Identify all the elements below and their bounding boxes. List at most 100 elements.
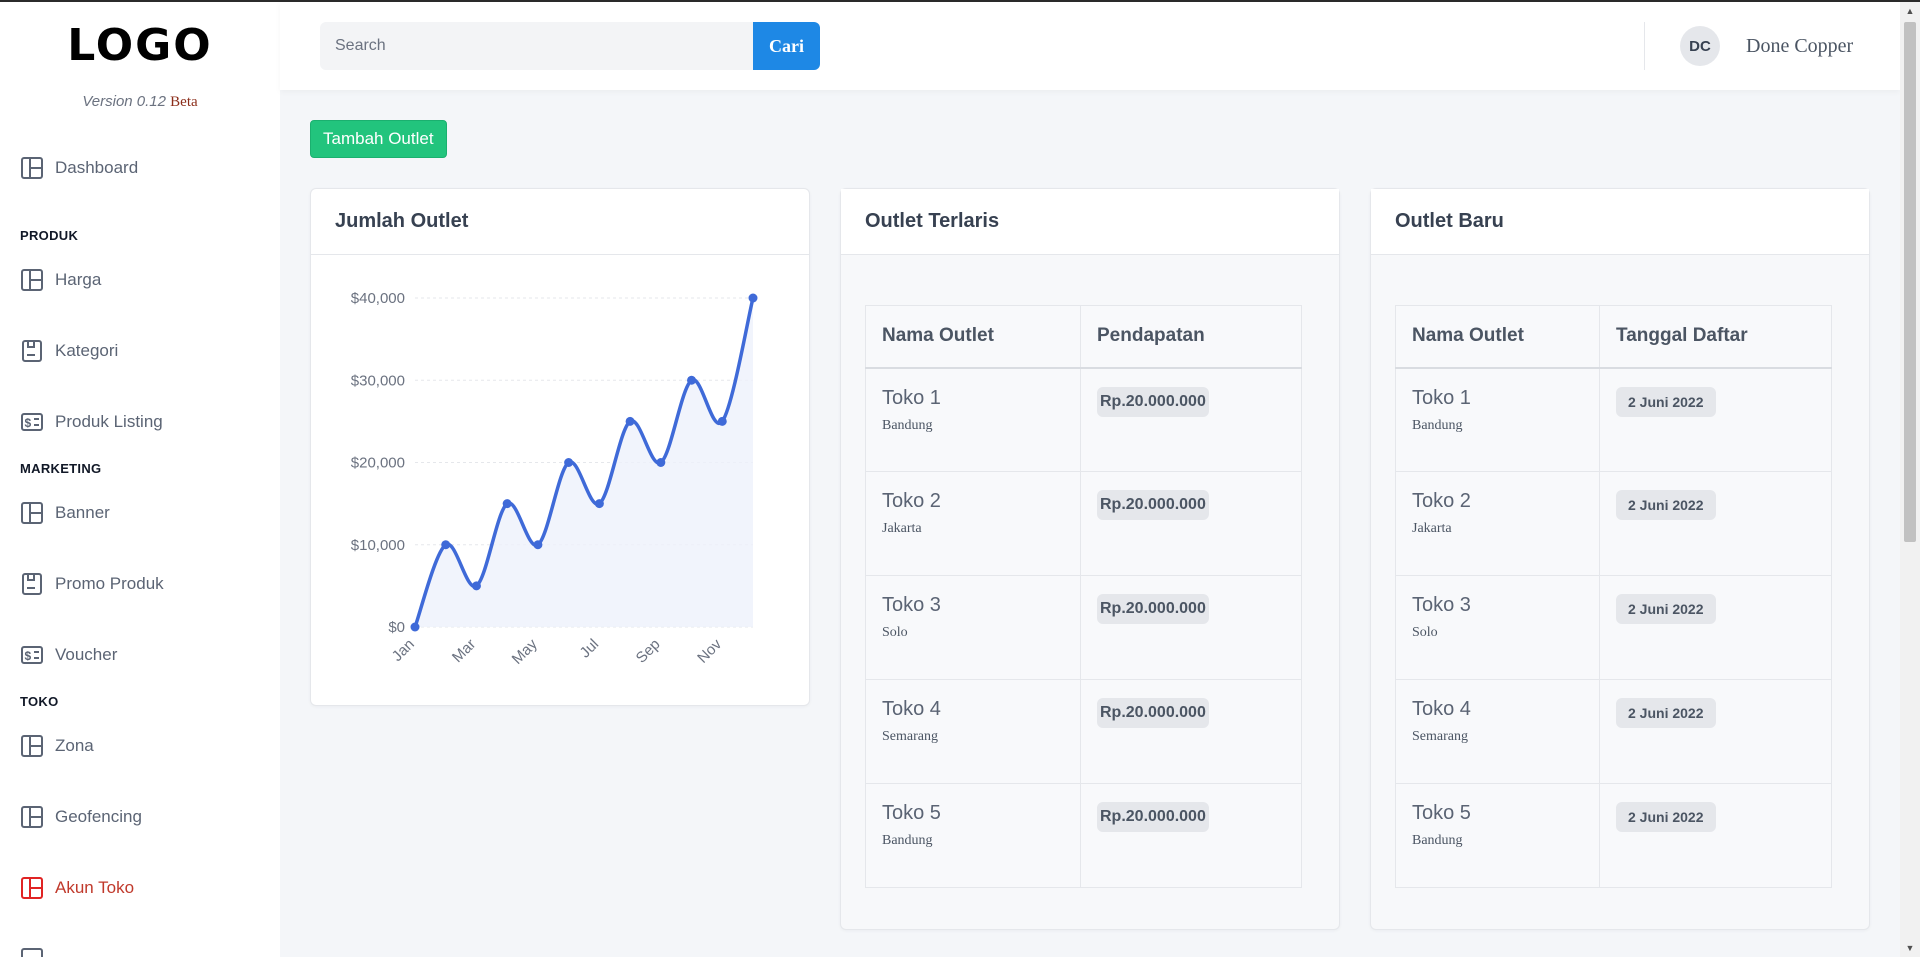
- x-tick-label: Nov: [694, 635, 725, 666]
- layout-icon: [21, 502, 43, 524]
- column-header: Nama Outlet: [865, 305, 1081, 369]
- layout-icon: [21, 948, 43, 957]
- data-point[interactable]: [656, 458, 666, 467]
- sidebar-item-harga[interactable]: Harga: [20, 263, 101, 297]
- x-tick-label: Jul: [577, 636, 603, 662]
- sidebar-item-label: Kategori: [55, 341, 119, 360]
- outlet-name: Toko 2: [882, 490, 941, 512]
- value-badge: 2 Juni 2022: [1616, 386, 1716, 417]
- table-row[interactable]: Toko 5 Bandung 2 Juni 2022: [1395, 783, 1832, 888]
- sidebar-item-label: Promo Produk: [55, 574, 164, 593]
- new-outlets-card: Outlet Baru Nama Outlet Tanggal Daftar T…: [1370, 188, 1870, 930]
- layout-icon: [21, 269, 43, 291]
- x-tick-label: Jan: [389, 636, 418, 665]
- outlet-city: Jakarta: [1412, 521, 1452, 536]
- notebook-icon: [22, 573, 42, 595]
- value-cell: Rp.20.000.000: [1080, 471, 1302, 576]
- x-tick-label: May: [509, 635, 541, 667]
- value-cell: 2 Juni 2022: [1599, 471, 1832, 576]
- table-row[interactable]: Toko 2 Jakarta 2 Juni 2022: [1395, 471, 1832, 576]
- data-point[interactable]: [564, 458, 574, 467]
- name-cell: Toko 2 Jakarta: [1395, 471, 1600, 576]
- scroll-down-arrow-icon[interactable]: ▼: [1900, 939, 1920, 957]
- outlet-city: Bandung: [1412, 417, 1463, 433]
- sidebar-item-akun-toko[interactable]: Akun Toko: [20, 871, 134, 905]
- column-header: Nama Outlet: [1395, 305, 1600, 369]
- section-produk: PRODUK: [20, 228, 79, 243]
- data-point[interactable]: [533, 540, 543, 550]
- value-badge: 2 Juni 2022: [1616, 698, 1716, 728]
- data-point[interactable]: [594, 499, 604, 509]
- outlet-city: Solo: [882, 625, 908, 640]
- outlet-city: Solo: [1412, 625, 1438, 640]
- value-badge: 2 Juni 2022: [1616, 594, 1716, 624]
- sidebar-item-kategori[interactable]: Kategori: [20, 334, 118, 368]
- sidebar-item-voucher[interactable]: $ Voucher: [20, 638, 117, 672]
- table-row[interactable]: Toko 1 Bandung Rp.20.000.000: [865, 367, 1302, 472]
- name-cell: Toko 5 Bandung: [865, 783, 1081, 888]
- y-tick-label: $40,000: [351, 290, 405, 307]
- top-outlets-card: Outlet Terlaris Nama Outlet Pendapatan T…: [840, 188, 1340, 930]
- section-marketing: MARKETING: [20, 461, 102, 476]
- table-row[interactable]: Toko 3 Solo 2 Juni 2022: [1395, 575, 1832, 680]
- outlet-city: Bandung: [882, 417, 933, 433]
- outlet-name: Toko 2: [1412, 490, 1471, 512]
- sidebar-item-promo-produk[interactable]: Promo Produk: [20, 567, 164, 601]
- layout-icon: [21, 806, 43, 828]
- scroll-up-arrow-icon[interactable]: ▲: [1900, 2, 1920, 20]
- search-button[interactable]: Cari: [753, 22, 820, 70]
- avatar[interactable]: DC: [1680, 26, 1720, 66]
- data-point[interactable]: [502, 499, 512, 509]
- sidebar-item-label: Banner: [55, 503, 110, 522]
- username[interactable]: Done Copper: [1746, 35, 1853, 58]
- sidebar-item-partial[interactable]: [20, 942, 55, 957]
- top-outlets-table: Nama Outlet Pendapatan Toko 1 Bandung Rp.2…: [865, 305, 1302, 888]
- data-point[interactable]: [687, 375, 697, 385]
- table-header-row: Nama Outlet Pendapatan: [865, 305, 1302, 369]
- sidebar: LOGO Version 0.12 Beta Dashboard PRODUK …: [0, 2, 280, 957]
- data-point[interactable]: [410, 622, 420, 632]
- data-point[interactable]: [748, 293, 758, 303]
- sidebar-item-geofencing[interactable]: Geofencing: [20, 800, 142, 834]
- data-point[interactable]: [441, 540, 451, 550]
- table-row[interactable]: Toko 5 Bandung Rp.20.000.000: [865, 783, 1302, 888]
- outlet-city: Semarang: [1412, 729, 1468, 744]
- header-divider: [1644, 22, 1645, 70]
- version-number: Version 0.12: [82, 93, 166, 110]
- sidebar-item-produk-listing[interactable]: $ Produk Listing: [20, 405, 163, 439]
- notebook-icon: [22, 340, 42, 362]
- y-tick-label: $0: [388, 619, 405, 636]
- name-cell: Toko 1 Bandung: [1395, 367, 1600, 472]
- new-outlets-table: Nama Outlet Tanggal Daftar Toko 1 Bandung…: [1395, 305, 1832, 888]
- value-cell: 2 Juni 2022: [1599, 575, 1832, 680]
- logo: LOGO: [67, 20, 213, 71]
- sidebar-item-label: Produk Listing: [55, 412, 163, 431]
- layout-icon: [21, 735, 43, 757]
- y-tick-label: $30,000: [351, 372, 405, 389]
- name-cell: Toko 5 Bandung: [1395, 783, 1600, 888]
- value-cell: 2 Juni 2022: [1599, 367, 1832, 472]
- data-point[interactable]: [717, 416, 727, 426]
- sidebar-item-banner[interactable]: Banner: [20, 496, 110, 530]
- table-row[interactable]: Toko 4 Semarang 2 Juni 2022: [1395, 679, 1832, 784]
- outlet-city: Jakarta: [882, 521, 922, 536]
- data-point[interactable]: [471, 581, 481, 591]
- table-row[interactable]: Toko 3 Solo Rp.20.000.000: [865, 575, 1302, 680]
- name-cell: Toko 4 Semarang: [1395, 679, 1600, 784]
- add-outlet-button[interactable]: Tambah Outlet: [310, 120, 447, 158]
- table-row[interactable]: Toko 2 Jakarta Rp.20.000.000: [865, 471, 1302, 576]
- data-point[interactable]: [625, 416, 635, 426]
- table-header-row: Nama Outlet Tanggal Daftar: [1395, 305, 1832, 369]
- outlet-name: Toko 3: [1412, 594, 1471, 616]
- sidebar-item-zona[interactable]: Zona: [20, 729, 94, 763]
- value-badge: 2 Juni 2022: [1616, 490, 1716, 520]
- page-scrollbar[interactable]: ▲ ▼: [1900, 2, 1920, 957]
- sidebar-item-dashboard[interactable]: Dashboard: [20, 151, 138, 185]
- name-cell: Toko 1 Bandung: [865, 367, 1081, 472]
- layout-icon: [21, 157, 43, 179]
- search-input[interactable]: [320, 22, 753, 70]
- table-row[interactable]: Toko 4 Semarang Rp.20.000.000: [865, 679, 1302, 784]
- scroll-thumb[interactable]: [1904, 22, 1916, 542]
- table-row[interactable]: Toko 1 Bandung 2 Juni 2022: [1395, 367, 1832, 472]
- card-title: Outlet Baru: [1371, 189, 1869, 255]
